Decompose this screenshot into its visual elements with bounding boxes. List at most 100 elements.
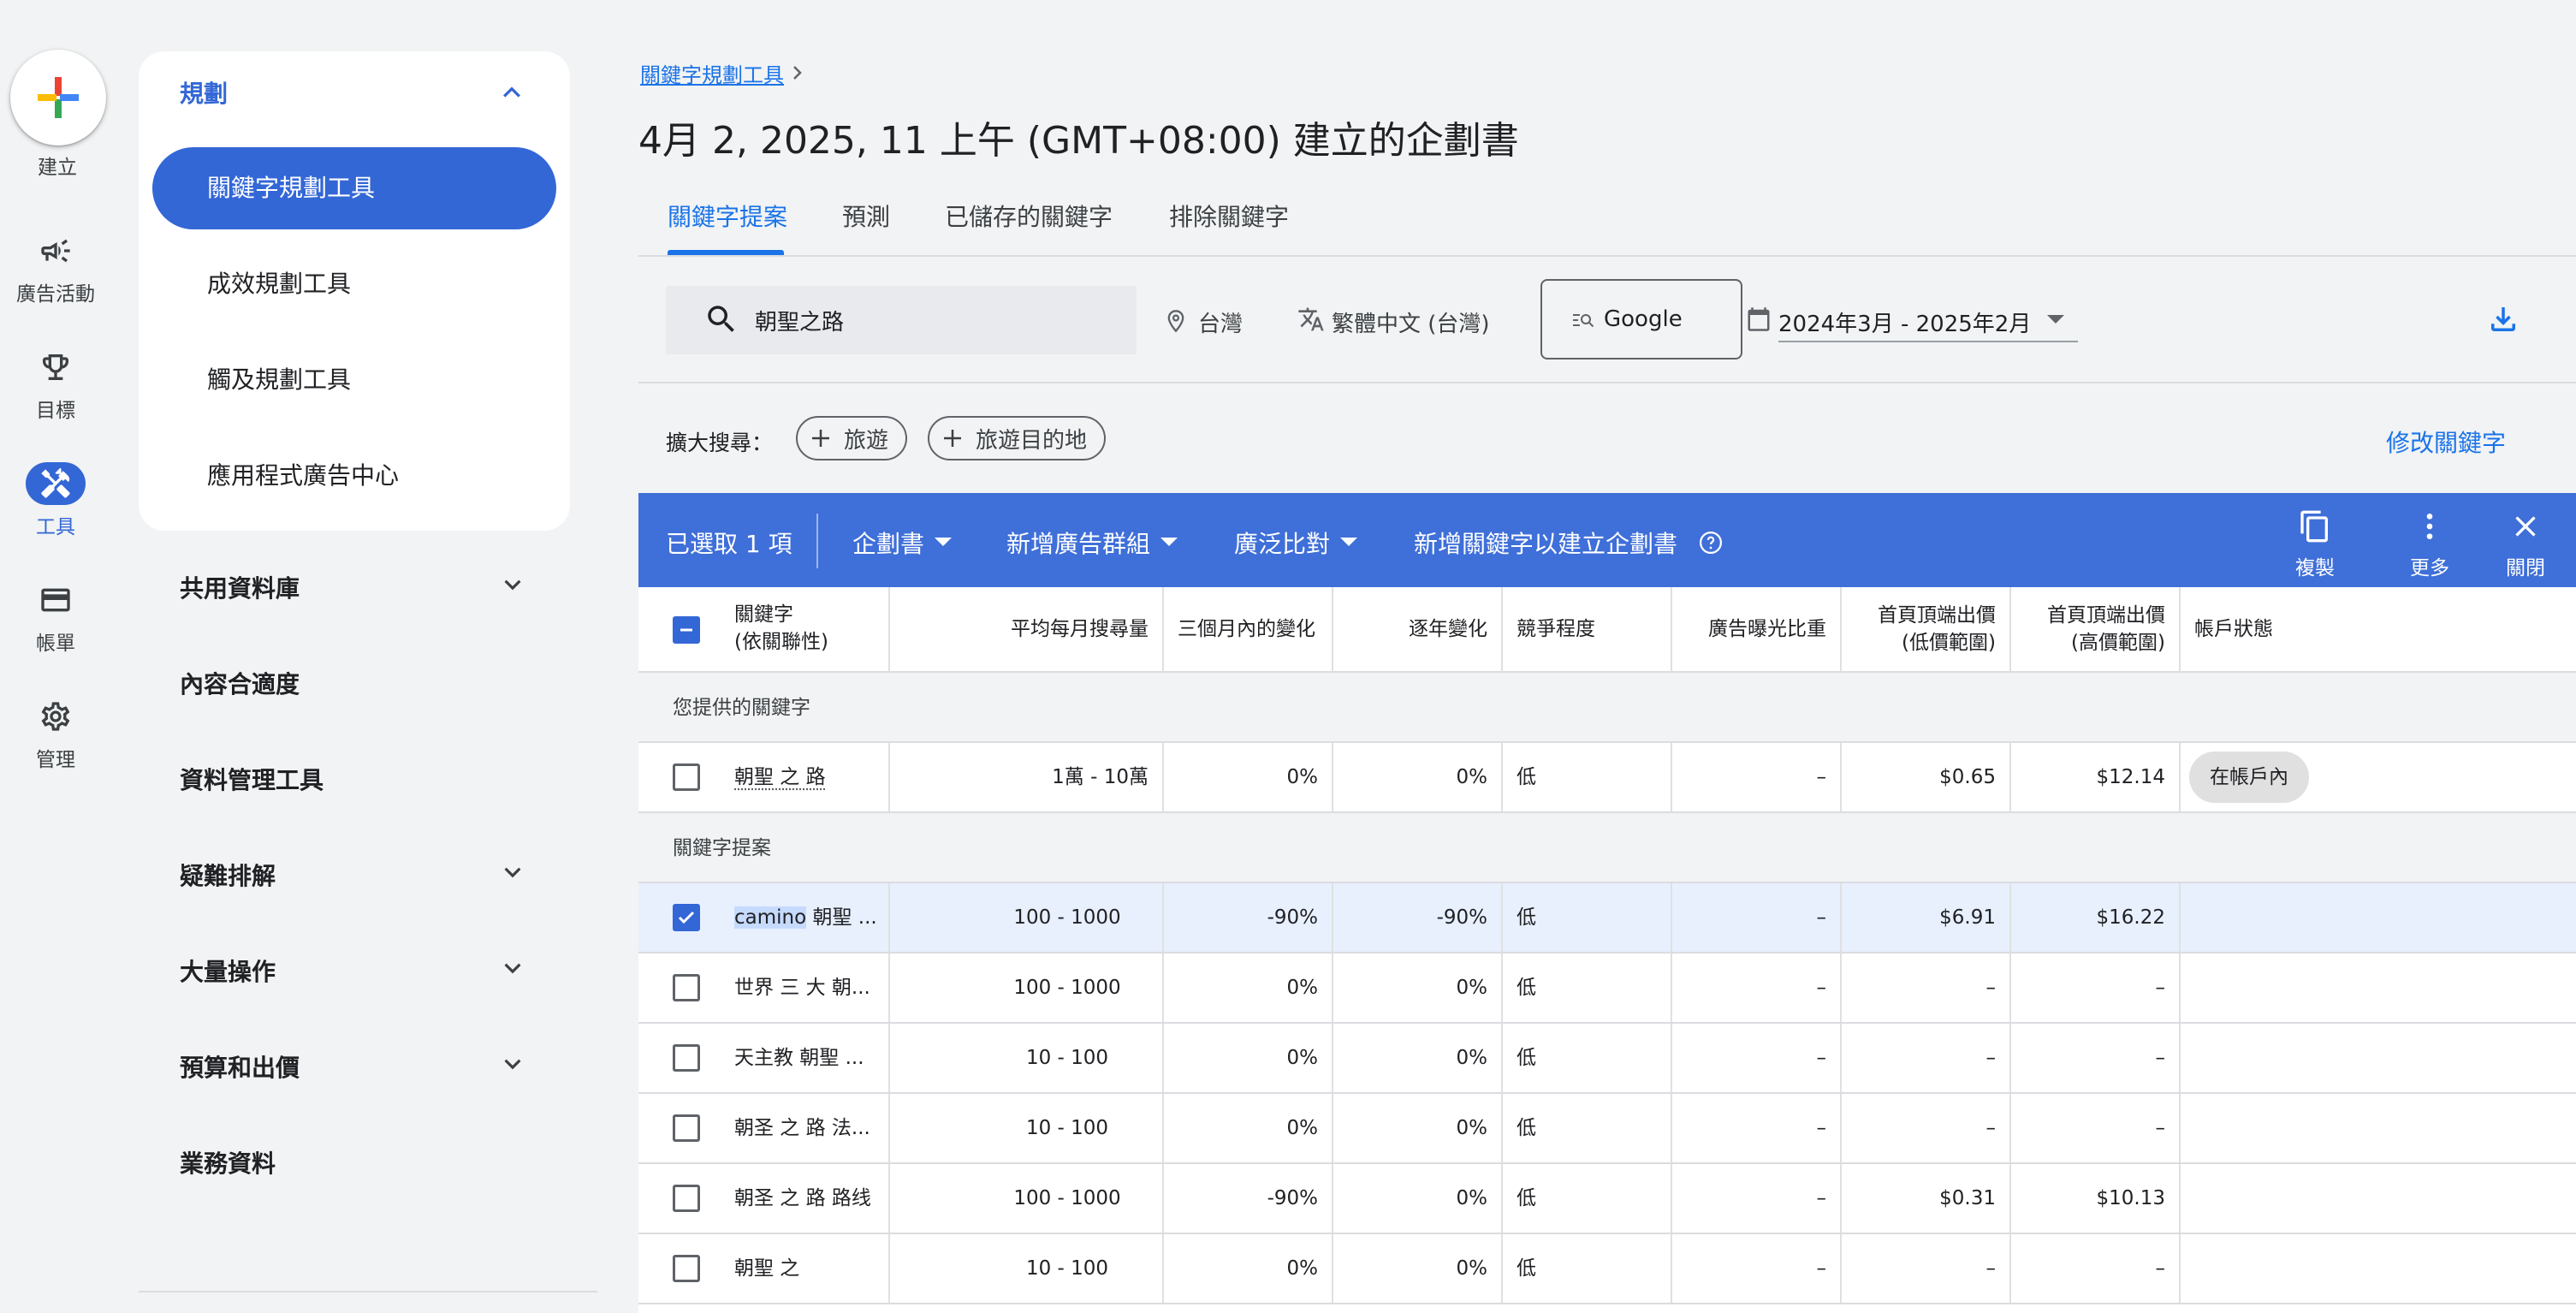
nav-item-troubleshooting[interactable]: 疑難排解	[180, 858, 276, 892]
row-checkbox[interactable]	[673, 904, 700, 931]
impression-share-cell: –	[1672, 954, 1842, 1022]
match-type-dropdown[interactable]: 廣泛比對	[1234, 526, 1358, 560]
row-checkbox[interactable]	[673, 763, 700, 791]
nav-item-shared-library[interactable]: 共用資料庫	[180, 570, 300, 604]
bid-low-cell: $0.65	[1842, 743, 2011, 811]
row-checkbox[interactable]	[673, 1114, 700, 1142]
rail-item-goals[interactable]: 目標	[0, 346, 111, 423]
close-button[interactable]: 關閉	[2487, 505, 2564, 580]
header-impression-share[interactable]: 廣告曝光比重	[1672, 587, 1842, 673]
rail-item-admin[interactable]: 管理	[0, 695, 111, 772]
nav-item-content-suitability[interactable]: 內容合適度	[180, 666, 300, 700]
tab-negative-keywords[interactable]: 排除關鍵字	[1169, 199, 1289, 233]
keyword-cell: 朝聖 之	[638, 1234, 890, 1303]
network-label: Google	[1604, 306, 1683, 332]
header-three-month-change[interactable]: 三個月內的變化	[1164, 587, 1333, 673]
header-bid-low[interactable]: 首頁頂端出價 (低價範圍)	[1842, 587, 2011, 673]
avg-searches-cell: 100 - 1000	[890, 883, 1164, 952]
chevron-down-icon[interactable]	[496, 1048, 529, 1080]
keyword-text[interactable]: camino 朝聖 ...	[734, 883, 877, 952]
create-button[interactable]	[10, 50, 106, 146]
add-to-plan-button[interactable]: 新增關鍵字以建立企劃書	[1414, 526, 1724, 560]
chevron-down-icon[interactable]	[496, 568, 529, 601]
nav-item-data-manager[interactable]: 資料管理工具	[180, 762, 323, 796]
copy-button[interactable]: 複製	[2276, 505, 2353, 580]
bid-high-cell: –	[2011, 1024, 2181, 1092]
row-checkbox[interactable]	[673, 1255, 700, 1282]
selected-count: 已選取 1 項	[666, 530, 792, 558]
nav-item-performance-planner[interactable]: 成效規劃工具	[152, 243, 556, 325]
rail-label-campaigns: 廣告活動	[16, 283, 95, 306]
nav-divider	[139, 1291, 597, 1292]
table-row[interactable]: 朝聖 之 路 1萬 - 10萬 0% 0% 低 – $0.65 $12.14 在…	[638, 743, 2576, 813]
filter-divider	[638, 382, 2576, 383]
help-icon[interactable]	[1698, 530, 1724, 556]
account-status-cell	[2181, 1024, 2576, 1092]
rail-item-billing[interactable]: 帳單	[0, 579, 111, 656]
breadcrumb[interactable]: 關鍵字規劃工具	[640, 58, 784, 88]
table-row[interactable]: camino 朝聖 ... 100 - 1000 -90% -90% 低 – $…	[638, 883, 2576, 954]
chevron-up-icon[interactable]	[495, 75, 529, 110]
broaden-chip-travel[interactable]: 旅遊	[796, 416, 908, 460]
table-row[interactable]: 天主教 朝聖 ... 10 - 100 0% 0% 低 – – –	[638, 1024, 2576, 1094]
plus-icon	[944, 430, 961, 447]
page-title: 4月 2, 2025, 11 上午 (GMT+08:00) 建立的企劃書	[638, 119, 1519, 163]
plan-dropdown[interactable]: 企劃書	[852, 526, 953, 560]
tab-saved-keywords[interactable]: 已儲存的關鍵字	[945, 199, 1113, 233]
date-range-select[interactable]: 2024年3月 - 2025年2月	[1778, 306, 2031, 338]
keyword-text[interactable]: 朝圣 之 路 法...	[734, 1094, 870, 1162]
nav-item-app-advertising-hub[interactable]: 應用程式廣告中心	[152, 435, 556, 517]
chevron-down-icon[interactable]	[496, 856, 529, 888]
header-competition[interactable]: 競爭程度	[1503, 587, 1672, 673]
chip-label: 旅遊目的地	[976, 427, 1088, 454]
competition-cell: 低	[1503, 743, 1672, 811]
language-filter[interactable]: 繁體中文 (台灣)	[1332, 306, 1490, 338]
header-bid-high[interactable]: 首頁頂端出價 (高價範圍)	[2011, 587, 2181, 673]
more-button[interactable]: 更多	[2391, 505, 2468, 580]
keyword-text[interactable]: 朝聖 之	[734, 1234, 799, 1303]
keyword-text[interactable]: 世界 三 大 朝...	[734, 954, 870, 1022]
group-label: 關鍵字提案	[673, 837, 771, 859]
table-row[interactable]: 朝圣 之 路 路线 100 - 1000 -90% 0% 低 – $0.31 $…	[638, 1164, 2576, 1234]
rail-item-campaigns[interactable]: 廣告活動	[0, 229, 111, 306]
group-header-provided: 您提供的關鍵字	[638, 673, 2576, 743]
megaphone-icon	[26, 229, 86, 272]
tab-forecast[interactable]: 預測	[842, 199, 890, 233]
keyword-text[interactable]: 天主教 朝聖 ...	[734, 1024, 864, 1092]
add-ad-group-dropdown[interactable]: 新增廣告群組	[1006, 526, 1178, 560]
select-all-checkbox[interactable]	[673, 616, 700, 644]
keyword-text[interactable]: 朝圣 之 路 路线	[734, 1164, 871, 1233]
nav-item-business-data[interactable]: 業務資料	[180, 1145, 276, 1179]
row-checkbox[interactable]	[673, 974, 700, 1001]
search-network-icon	[1571, 310, 1595, 330]
row-checkbox[interactable]	[673, 1044, 700, 1072]
search-query: 朝聖之路	[755, 310, 845, 336]
header-keyword[interactable]: 關鍵字 (依關聯性)	[638, 587, 890, 673]
group-header-ideas: 關鍵字提案	[638, 813, 2576, 883]
nav-item-keyword-planner[interactable]: 關鍵字規劃工具	[152, 147, 556, 229]
location-filter[interactable]: 台灣	[1198, 306, 1243, 338]
nav-item-budgets-bidding[interactable]: 預算和出價	[180, 1049, 300, 1084]
keyword-cell: 世界 三 大 朝...	[638, 954, 890, 1022]
table-row[interactable]: 朝聖 之 10 - 100 0% 0% 低 – – –	[638, 1234, 2576, 1304]
header-yoy-change[interactable]: 逐年變化	[1333, 587, 1503, 673]
rail-item-tools[interactable]: 工具	[0, 462, 111, 539]
account-status-cell: 在帳戶內	[2181, 743, 2576, 811]
refine-keywords-link[interactable]: 修改關鍵字	[2386, 425, 2506, 459]
download-icon[interactable]	[2485, 301, 2521, 337]
broaden-chip-travel-destinations[interactable]: 旅遊目的地	[928, 416, 1107, 460]
impression-share-cell: –	[1672, 1164, 1842, 1233]
row-checkbox[interactable]	[673, 1185, 700, 1212]
table-row[interactable]: 世界 三 大 朝... 100 - 1000 0% 0% 低 – – –	[638, 954, 2576, 1024]
bid-high-cell: $12.14	[2011, 743, 2181, 811]
nav-item-bulk-actions[interactable]: 大量操作	[180, 954, 276, 988]
tab-keyword-ideas[interactable]: 關鍵字提案	[668, 199, 787, 233]
chevron-down-icon[interactable]	[496, 952, 529, 984]
nav-section-planning[interactable]: 規劃	[180, 75, 228, 110]
nav-item-reach-planner[interactable]: 觸及規劃工具	[152, 339, 556, 421]
table-row[interactable]: 朝圣 之 路 法... 10 - 100 0% 0% 低 – – –	[638, 1094, 2576, 1164]
header-avg-searches[interactable]: 平均每月搜尋量	[890, 587, 1164, 673]
header-account-status[interactable]: 帳戶狀態	[2181, 587, 2576, 673]
bid-low-cell: $0.31	[1842, 1164, 2011, 1233]
keyword-text[interactable]: 朝聖 之 路	[734, 743, 826, 811]
